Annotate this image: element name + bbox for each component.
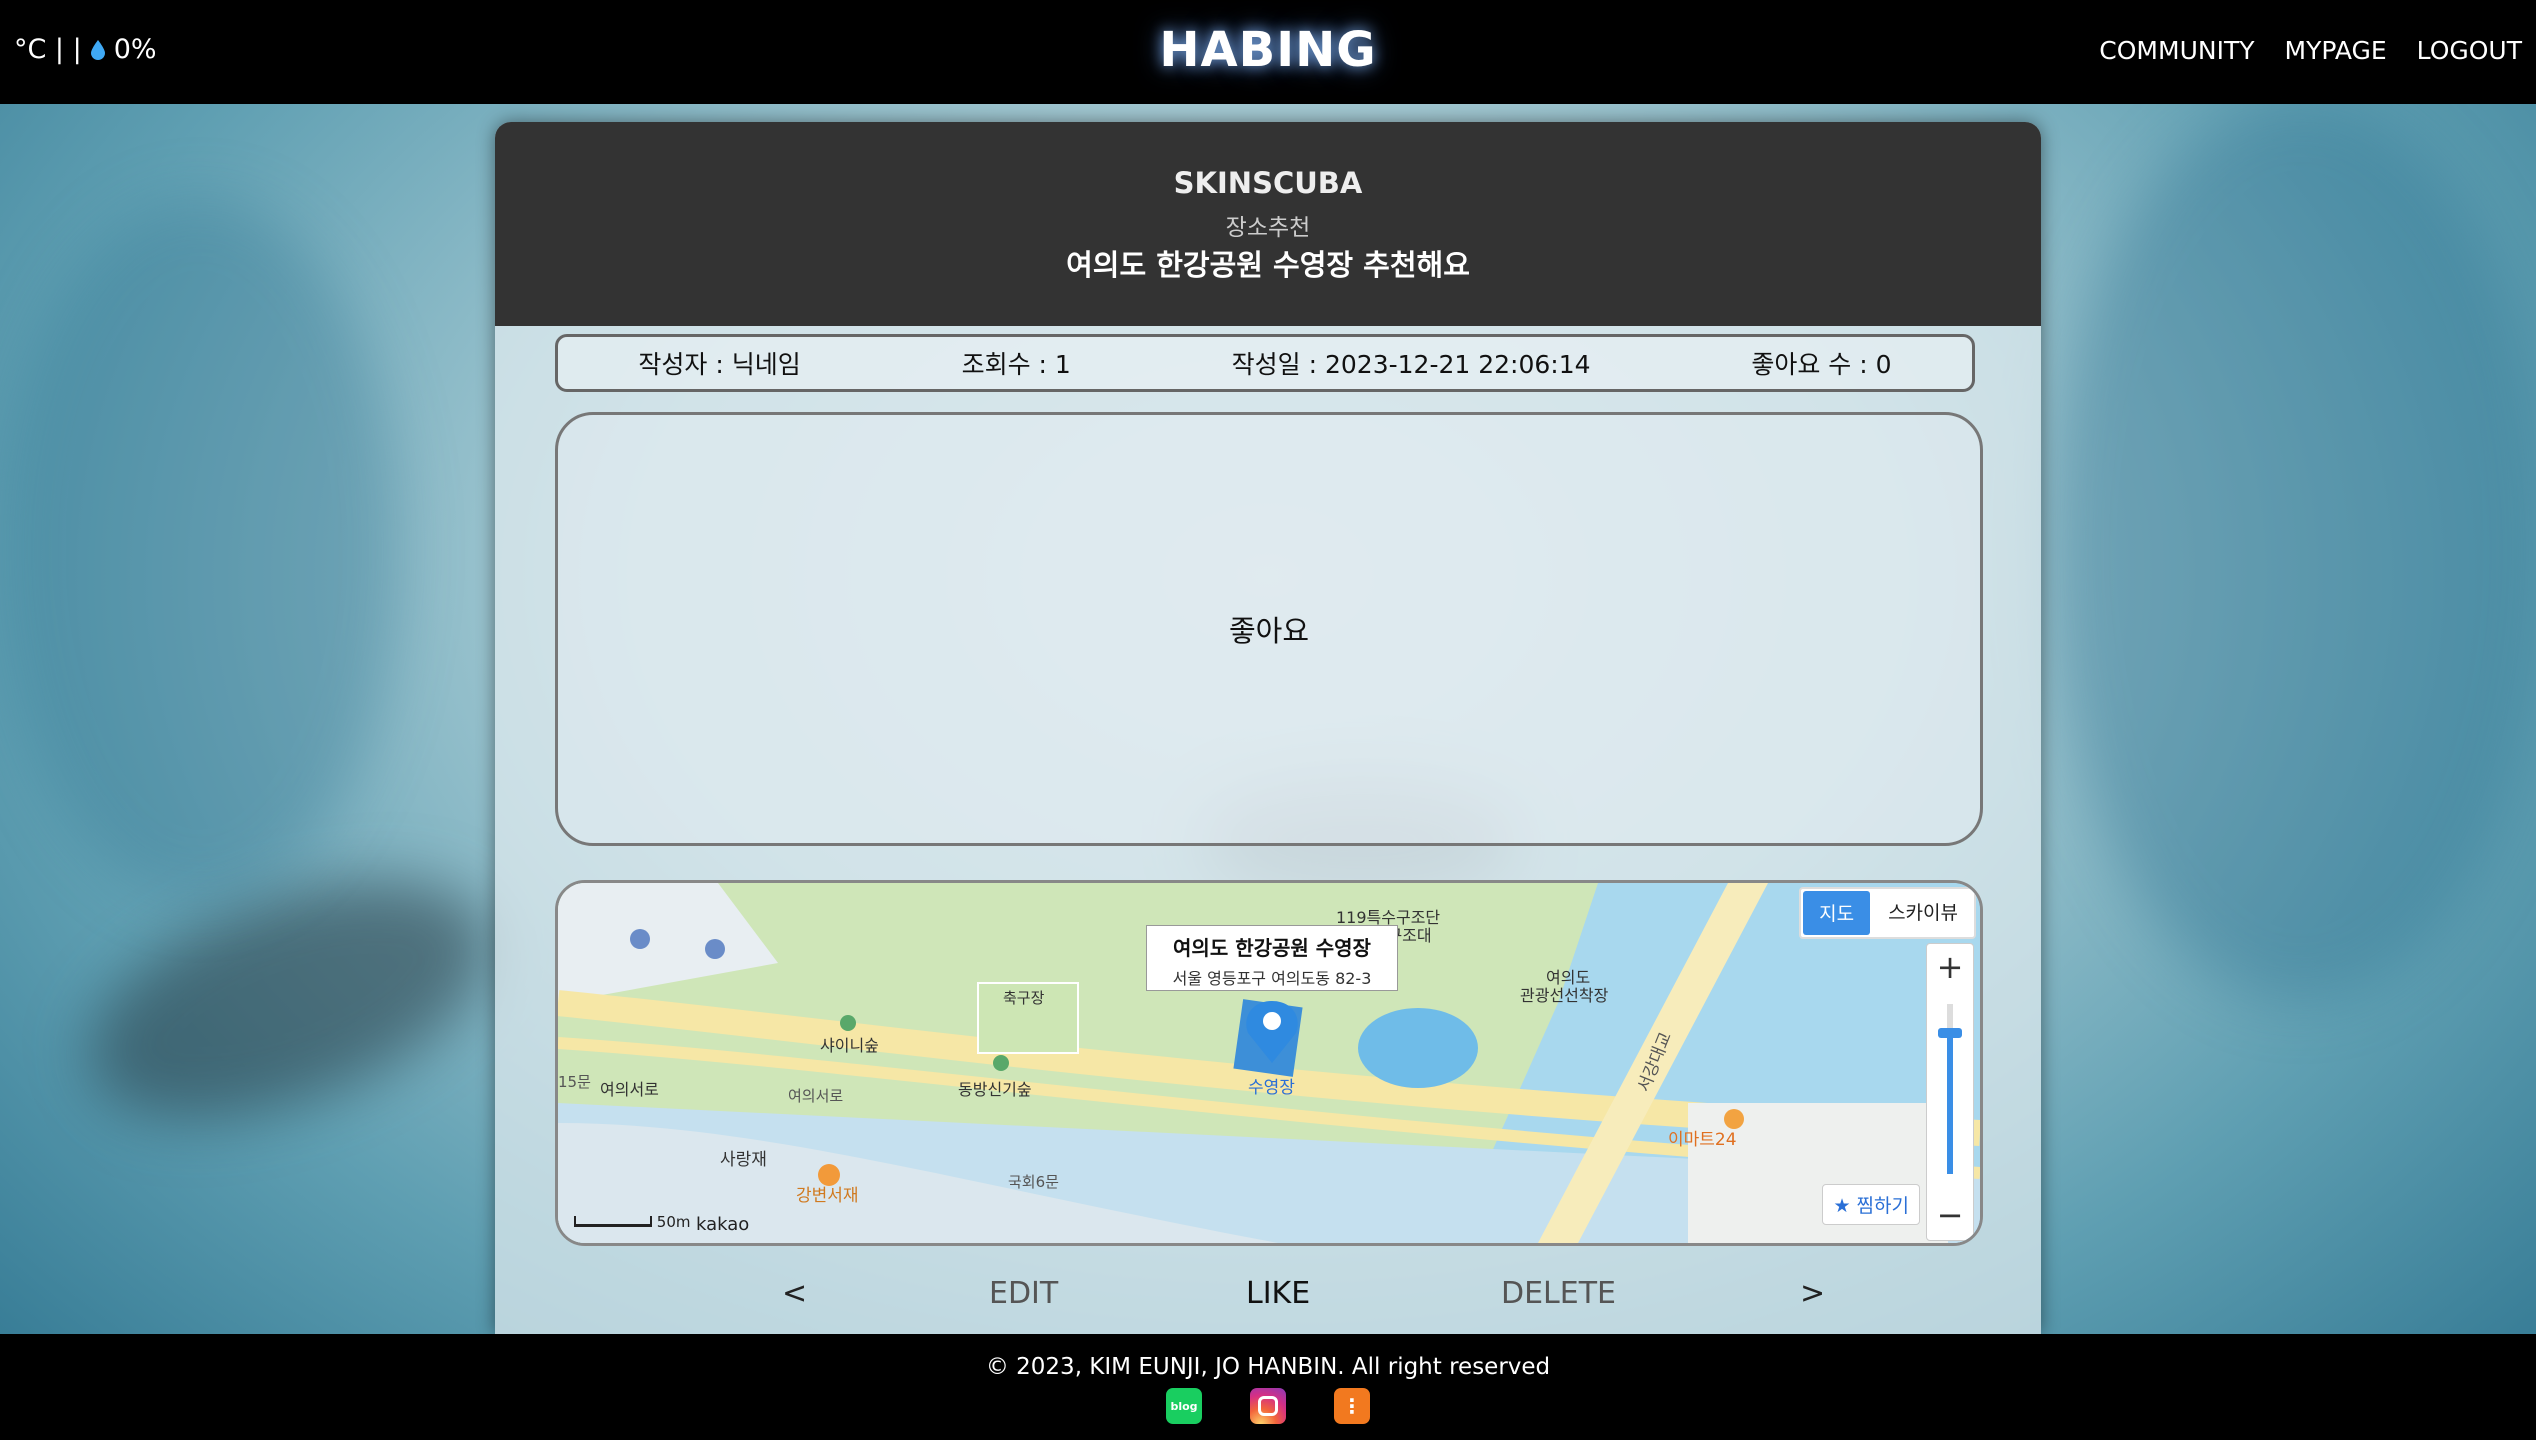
map-label-dongbang: 동방신기숲: [958, 1080, 1032, 1099]
nav-mypage[interactable]: MYPAGE: [2285, 36, 2387, 65]
map-label-ferry: 여의도: [1546, 968, 1590, 987]
map-type-skyview-button[interactable]: 스카이뷰: [1872, 889, 1974, 937]
zoom-in-button[interactable]: +: [1927, 944, 1973, 990]
post-subcategory: 장소추천: [1225, 215, 1311, 241]
post-category: SKINSCUBA: [1173, 166, 1363, 200]
kakao-map[interactable]: 축구장 샤이니숲 동방신기숲 여의서로 여의서로 15문 사랑재 강변서재 국회…: [555, 880, 1983, 1246]
post-header: SKINSCUBA 장소추천 여의도 한강공원 수영장 추천해요: [495, 122, 2041, 326]
post-views: 조회수 : 1: [961, 350, 1071, 379]
instagram-icon[interactable]: [1250, 1388, 1286, 1424]
star-icon: ★: [1833, 1195, 1851, 1217]
map-label-ferry2: 관광선선착장: [1520, 986, 1609, 1005]
map-label-num: 15문: [558, 1073, 591, 1091]
prev-post-button[interactable]: <: [782, 1276, 807, 1311]
zoom-control: + −: [1926, 943, 1974, 1241]
popup-title: 여의도 한강공원 수영장: [1173, 936, 1371, 960]
delete-button[interactable]: DELETE: [1501, 1276, 1616, 1311]
post-meta-bar: 작성자 : 닉네임 조회수 : 1 작성일 : 2023-12-21 22:06…: [555, 334, 1975, 392]
social-links: blog ⋮: [0, 1388, 2536, 1424]
footer: © 2023, KIM EUNJI, JO HANBIN. All right …: [0, 1334, 2536, 1440]
blog-icon[interactable]: blog: [1166, 1388, 1202, 1424]
post-body-text: 좋아요: [1228, 614, 1310, 648]
favorite-label: 찜하기: [1856, 1195, 1909, 1217]
edit-button[interactable]: EDIT: [989, 1276, 1058, 1311]
scale-bar: [574, 1216, 652, 1227]
popup-address: 서울 영등포구 여의도동 82-3: [1172, 969, 1372, 988]
zoom-level-fill: [1947, 1034, 1953, 1174]
top-navigation-bar: °C | | 0% HABING COMMUNITY MYPAGE LOGOUT: [0, 0, 2536, 104]
map-label-street2: 여의서로: [788, 1087, 843, 1105]
map-label-shiny: 샤이니숲: [820, 1036, 879, 1055]
map-label-soccer: 축구장: [1003, 989, 1045, 1007]
post-title: 여의도 한강공원 수영장 추천해요: [1066, 248, 1470, 282]
kakao-logo: kakao: [696, 1214, 750, 1235]
map-label-emart: 이마트24: [1668, 1130, 1737, 1150]
copyright-text: © 2023, KIM EUNJI, JO HANBIN. All right …: [985, 1354, 1551, 1380]
tistory-icon[interactable]: ⋮: [1334, 1388, 1370, 1424]
next-post-button[interactable]: >: [1800, 1276, 1825, 1311]
post-card: SKINSCUBA 장소추천 여의도 한강공원 수영장 추천해요 작성자 : 닉…: [495, 122, 2041, 1334]
map-label-bookstore: 강변서재: [796, 1186, 859, 1206]
map-label-pool: 수영장: [1248, 1078, 1295, 1098]
map-info-popup: 여의도 한강공원 수영장 서울 영등포구 여의도동 82-3: [1146, 925, 1398, 991]
map-label-street1: 여의서로: [600, 1080, 659, 1099]
favorite-button[interactable]: ★ 찜하기: [1822, 1184, 1920, 1225]
scale-label: 50m: [656, 1213, 691, 1231]
nav-community[interactable]: COMMUNITY: [2099, 36, 2254, 65]
post-content: 좋아요: [555, 412, 1983, 846]
zoom-handle[interactable]: [1938, 1028, 1962, 1038]
post-date: 작성일 : 2023-12-21 22:06:14: [1231, 350, 1591, 379]
map-type-switch: 지도 스카이뷰: [1799, 887, 1976, 939]
map-label-road: 국회6문: [1008, 1173, 1059, 1191]
nav-logout[interactable]: LOGOUT: [2417, 36, 2522, 65]
post-actions: < EDIT LIKE DELETE >: [495, 1272, 2041, 1322]
map-type-map-button[interactable]: 지도: [1803, 891, 1871, 935]
post-author: 작성자 : 닉네임: [638, 350, 801, 379]
map-scale: 50m: [574, 1213, 690, 1231]
map-label-sarangjae: 사랑재: [720, 1150, 767, 1170]
top-nav: COMMUNITY MYPAGE LOGOUT: [2099, 36, 2522, 65]
post-like-count: 좋아요 수 : 0: [1751, 350, 1892, 379]
like-button[interactable]: LIKE: [1246, 1276, 1310, 1311]
zoom-out-button[interactable]: −: [1927, 1192, 1973, 1238]
